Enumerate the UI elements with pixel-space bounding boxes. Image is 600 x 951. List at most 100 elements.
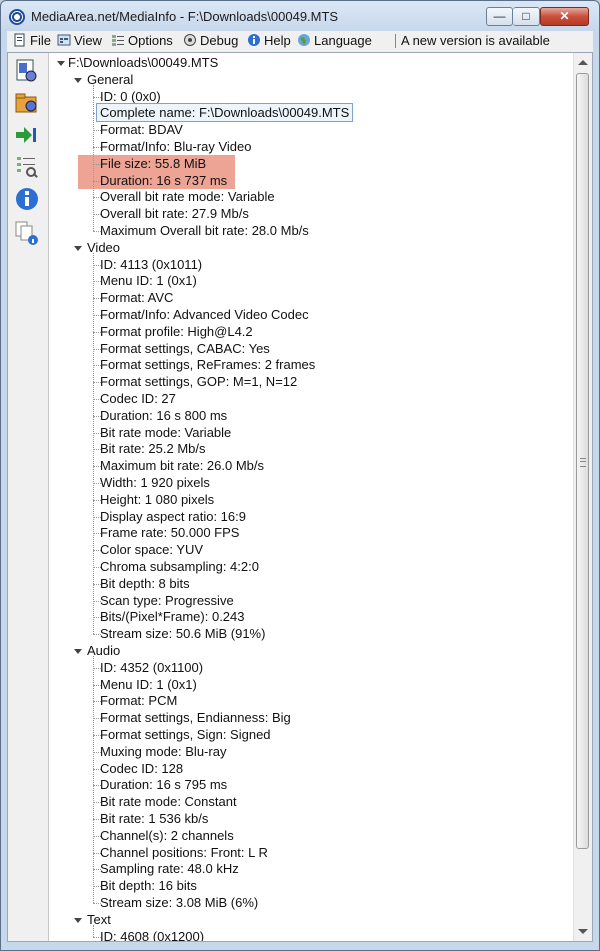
tree-item[interactable]: Format settings, ReFrames: 2 frames — [100, 356, 315, 373]
tree-item[interactable]: Frame rate: 50.000 FPS — [100, 524, 239, 541]
tree-item[interactable]: Format: PCM — [100, 692, 177, 709]
tree-item[interactable]: Format/Info: Blu-ray Video — [100, 138, 252, 155]
menu-bar: File View Options Debug Help Language A … — [7, 31, 593, 52]
tree-item[interactable]: Format: AVC — [100, 289, 173, 306]
tree-item[interactable]: Format settings, CABAC: Yes — [100, 340, 270, 357]
expand-arrow-icon[interactable] — [74, 245, 82, 251]
info-tree: F:\Downloads\00049.MTS General ID: 0 (0x0)… — [52, 53, 574, 941]
tree-item[interactable]: Complete name: F:\Downloads\00049.MTS — [95, 103, 354, 123]
tree-root[interactable]: F:\Downloads\00049.MTS — [68, 54, 218, 71]
title-bar[interactable]: MediaArea.net/MediaInfo - F:\Downloads\0… — [1, 1, 599, 31]
tree-item[interactable]: Bits/(Pixel*Frame): 0.243 — [100, 608, 245, 625]
tree-item[interactable]: ID: 4352 (0x1100) — [100, 659, 203, 676]
section-header[interactable]: Audio — [87, 642, 120, 659]
menu-options[interactable]: Options — [111, 33, 173, 48]
expand-arrow-icon[interactable] — [57, 61, 65, 66]
menu-separator — [395, 34, 396, 48]
debug-icon — [183, 33, 197, 47]
scroll-up-icon[interactable] — [578, 60, 588, 65]
tree-item[interactable]: Maximum Overall bit rate: 28.0 Mb/s — [100, 222, 309, 239]
tree-item[interactable]: Stream size: 50.6 MiB (91%) — [100, 625, 265, 642]
tree-item[interactable]: Menu ID: 1 (0x1) — [100, 676, 197, 693]
tree-item[interactable]: Overall bit rate: 27.9 Mb/s — [100, 205, 249, 222]
section-header[interactable]: Video — [87, 239, 120, 256]
sidebar-toolbar — [8, 53, 49, 941]
options-icon — [111, 33, 125, 47]
tree-item[interactable]: Stream size: 3.08 MiB (6%) — [100, 894, 258, 911]
expand-arrow-icon[interactable] — [74, 917, 82, 923]
tree-item[interactable]: Duration: 16 s 737 ms — [100, 172, 227, 189]
tree-connector — [93, 84, 94, 231]
scroll-grip-icon — [580, 458, 586, 467]
tree-item[interactable]: Chroma subsampling: 4:2:0 — [100, 558, 259, 575]
section-header[interactable]: Text — [87, 911, 111, 928]
mediainfo-app-icon[interactable] — [9, 9, 25, 25]
help-icon — [247, 33, 261, 47]
tree-item[interactable]: Format settings, GOP: M=1, N=12 — [100, 373, 297, 390]
tree-item[interactable]: Codec ID: 128 — [100, 760, 183, 777]
sheet-view-icon[interactable] — [13, 153, 41, 181]
tree-item[interactable]: ID: 0 (0x0) — [100, 88, 161, 105]
tree-connector — [93, 924, 94, 937]
expand-arrow-icon[interactable] — [74, 649, 82, 654]
info-icon[interactable] — [13, 185, 41, 213]
expand-arrow-icon[interactable] — [74, 77, 82, 83]
tree-item[interactable]: Color space: YUV — [100, 541, 203, 558]
content-area: F:\Downloads\00049.MTS General ID: 0 (0x0)… — [7, 52, 593, 942]
maximize-button[interactable]: □ — [513, 7, 540, 26]
export-icon[interactable] — [13, 121, 41, 149]
tree-item[interactable]: Bit rate: 25.2 Mb/s — [100, 440, 206, 457]
tree-item[interactable]: Muxing mode: Blu-ray — [100, 743, 226, 760]
tree-item[interactable]: Format settings, Sign: Signed — [100, 726, 271, 743]
window-title: MediaArea.net/MediaInfo - F:\Downloads\0… — [31, 9, 339, 24]
tree-item[interactable]: Maximum bit rate: 26.0 Mb/s — [100, 457, 264, 474]
menu-language[interactable]: Language — [297, 33, 372, 48]
tree-item[interactable]: Bit depth: 16 bits — [100, 877, 197, 894]
open-file-icon[interactable] — [13, 57, 41, 85]
tree-item[interactable]: Format: BDAV — [100, 121, 183, 138]
open-folder-icon[interactable] — [13, 89, 41, 117]
menu-file[interactable]: File — [13, 33, 51, 48]
tree-item[interactable]: Display aspect ratio: 16:9 — [100, 508, 246, 525]
menu-language-label: Language — [314, 33, 372, 48]
vertical-scrollbar[interactable] — [573, 53, 592, 941]
tree-item[interactable]: Height: 1 080 pixels — [100, 491, 214, 508]
tree-item[interactable]: Bit rate mode: Constant — [100, 793, 237, 810]
menu-options-label: Options — [128, 33, 173, 48]
menu-help-label: Help — [264, 33, 291, 48]
globe-icon — [297, 33, 311, 47]
tree-item[interactable]: Format settings, Endianness: Big — [100, 709, 291, 726]
menu-debug[interactable]: Debug — [183, 33, 238, 48]
tree-item[interactable]: Bit rate: 1 536 kb/s — [100, 810, 208, 827]
tree-item[interactable]: Channel positions: Front: L R — [100, 844, 268, 861]
tree-connector — [93, 252, 94, 635]
file-icon — [13, 33, 27, 47]
compare-files-icon[interactable] — [13, 219, 41, 247]
menu-help[interactable]: Help — [247, 33, 291, 48]
tree-item[interactable]: Sampling rate: 48.0 kHz — [100, 860, 239, 877]
tree-item[interactable]: Overall bit rate mode: Variable — [100, 188, 275, 205]
tree-item[interactable]: Duration: 16 s 795 ms — [100, 776, 227, 793]
tree-item[interactable]: Channel(s): 2 channels — [100, 827, 234, 844]
view-icon — [57, 33, 71, 47]
tree-item[interactable]: Duration: 16 s 800 ms — [100, 407, 227, 424]
tree-item[interactable]: Bit rate mode: Variable — [100, 424, 231, 441]
tree-item[interactable]: ID: 4608 (0x1200) — [100, 928, 204, 941]
new-version-notice[interactable]: A new version is available — [401, 33, 550, 48]
tree-item[interactable]: Width: 1 920 pixels — [100, 474, 210, 491]
app-window: MediaArea.net/MediaInfo - F:\Downloads\0… — [0, 0, 600, 951]
tree-item[interactable]: ID: 4113 (0x1011) — [100, 256, 202, 273]
tree-item[interactable]: File size: 55.8 MiB — [100, 155, 206, 172]
tree-item[interactable]: Format/Info: Advanced Video Codec — [100, 306, 309, 323]
menu-view[interactable]: View — [57, 33, 102, 48]
tree-item[interactable]: Bit depth: 8 bits — [100, 575, 190, 592]
menu-debug-label: Debug — [200, 33, 239, 48]
scroll-thumb[interactable] — [576, 73, 589, 849]
tree-item[interactable]: Scan type: Progressive — [100, 592, 234, 609]
minimize-button[interactable]: — — [486, 7, 513, 26]
tree-item[interactable]: Format profile: High@L4.2 — [100, 323, 253, 340]
close-button[interactable]: ✕ — [540, 7, 589, 26]
tree-item[interactable]: Codec ID: 27 — [100, 390, 176, 407]
scroll-down-icon[interactable] — [578, 929, 588, 934]
tree-item[interactable]: Menu ID: 1 (0x1) — [100, 272, 197, 289]
